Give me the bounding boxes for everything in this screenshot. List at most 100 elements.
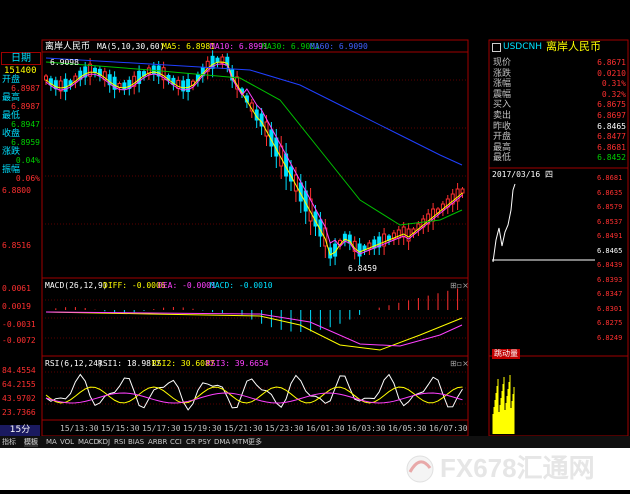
candle-body: [93, 67, 97, 73]
checkbox-icon[interactable]: [492, 43, 501, 52]
quote-value: 6.8671: [597, 58, 626, 67]
macd-y-tick: 0.0019: [2, 302, 31, 311]
quote-value: 0.0210: [597, 68, 626, 78]
ma5-line: [45, 61, 463, 256]
ma60-value: MA60: 6.9090: [310, 42, 368, 51]
quote-label: 涨跌: [493, 68, 512, 79]
mini-y-tick: 6.8681: [597, 174, 623, 182]
ma5-value: MA5: 6.8981: [162, 42, 215, 51]
period-selector[interactable]: 15分: [0, 425, 40, 436]
quote-value: 6.8465: [597, 121, 626, 131]
quote-label: 卖出: [493, 111, 512, 121]
indicator-tab[interactable]: MACD: [78, 438, 99, 447]
x-axis-label: 15/21:30: [224, 424, 263, 433]
quote-value: 0.32%: [601, 89, 626, 99]
quote-value: 6.8477: [597, 132, 626, 142]
indicator-tab[interactable]: 模板: [24, 438, 38, 447]
mini-y-tick: 6.8537: [597, 217, 623, 226]
tick-volume-title: 跳动量: [492, 349, 520, 359]
x-axis-label: 15/23:30: [265, 424, 304, 433]
x-axis-label: 15/13:30: [60, 424, 99, 433]
mini-y-tick: 6.8465: [597, 246, 623, 255]
candle-body: [44, 75, 48, 81]
x-axis-label: 15/17:30: [142, 424, 181, 433]
mini-y-tick: 6.8249: [597, 333, 623, 342]
macd-dea-line: [45, 311, 463, 347]
main-chart-title: 离岸人民币: [45, 42, 91, 52]
rsi1-line: [45, 373, 463, 411]
quote-value: 6.8675: [597, 100, 626, 110]
indicator-tab[interactable]: VOL: [60, 438, 74, 447]
main-y-tick: 6.8800: [2, 186, 31, 195]
quote-value: 0.31%: [601, 79, 626, 89]
indicator-tab[interactable]: MTM: [232, 438, 248, 447]
mini-y-tick: 6.8393: [597, 275, 623, 284]
quote-label: 昨收: [493, 121, 512, 132]
quote-label: 买入: [493, 100, 512, 111]
quote-name: 离岸人民币: [546, 40, 601, 53]
quote-symbol: USDCNH: [503, 42, 543, 52]
indicator-tab[interactable]: PSY: [198, 438, 211, 447]
quote-value: 6.8697: [597, 111, 626, 120]
rsi-y-tick: 23.7366: [2, 408, 36, 417]
macd-value: MACD: -0.0010: [210, 281, 273, 290]
indicator-tab[interactable]: MA: [46, 438, 57, 447]
indicator-tab[interactable]: 指标: [2, 438, 16, 447]
watermark-area: FX678汇通网: [0, 448, 630, 490]
macd-y-tick: -0.0072: [2, 336, 36, 345]
macd-title: MACD(26,12,9): [45, 281, 108, 290]
rsi-y-tick: 64.2155: [2, 380, 36, 389]
x-axis-label: 16/05:30: [388, 424, 427, 433]
x-axis-label: 15/15:30: [101, 424, 140, 433]
quote-label: 震幅: [493, 89, 512, 100]
quote-label: 最高: [493, 142, 512, 153]
watermark-text: FX678汇通网: [440, 453, 595, 483]
rsi3-value: RSI3: 39.6654: [206, 359, 269, 368]
high-marker: 6.9098: [50, 58, 79, 67]
macd-y-tick: 0.0061: [2, 284, 31, 293]
candle-body: [460, 188, 465, 194]
macd-y-tick: -0.0031: [2, 320, 36, 329]
low-marker: 6.8459: [348, 264, 377, 273]
mini-y-tick: 6.8635: [597, 188, 623, 197]
quote-value: 6.8452: [597, 153, 626, 163]
quote-label: 开盘: [493, 132, 512, 143]
indicator-tab[interactable]: DMA: [214, 438, 230, 447]
indicator-tab[interactable]: KDJ: [98, 438, 110, 447]
macd-dea: DEA: -0.0001: [158, 281, 216, 290]
main-y-tick: 6.8516: [2, 241, 31, 250]
x-axis-label: 16/01:30: [306, 424, 345, 433]
indicator-tab[interactable]: RSI: [114, 438, 125, 447]
x-axis-label: 15/19:30: [183, 424, 222, 433]
ma10-value: MA10: 6.8991: [210, 42, 268, 51]
candle-body: [215, 57, 220, 63]
rsi-title: RSI(6,12,24): [45, 359, 103, 368]
mini-price-line: [492, 183, 516, 263]
mini-y-tick: 6.8347: [597, 290, 623, 298]
fx678-logo-icon: [406, 455, 434, 483]
quote-label: 现价: [493, 58, 512, 68]
indicator-tab[interactable]: CCI: [170, 438, 182, 447]
x-axis-label: 16/07:30: [429, 424, 468, 433]
quote-value: 6.8681: [597, 142, 626, 152]
quote-label: 最低: [493, 153, 512, 164]
ma60-line: [45, 57, 463, 166]
x-axis-label: 16/03:30: [347, 424, 386, 433]
mini-chart-date: 2017/03/16 四: [492, 170, 553, 179]
mini-y-tick: 6.8301: [597, 304, 623, 313]
indicator-tab[interactable]: CR: [186, 438, 196, 447]
panel-controls-icon[interactable]: ⊞▫×: [450, 281, 469, 291]
mini-y-tick: 6.8275: [597, 319, 623, 327]
rsi-y-tick: 43.9702: [2, 394, 36, 403]
mini-y-tick: 6.8439: [597, 261, 623, 269]
quote-label: 涨幅: [493, 79, 512, 90]
panel-controls-icon[interactable]: ⊞▫×: [450, 359, 469, 369]
indicator-tab[interactable]: BIAS: [128, 438, 144, 447]
rsi-y-tick: 84.4554: [2, 366, 36, 375]
mini-y-tick: 6.8491: [597, 232, 623, 240]
indicator-tab[interactable]: ARBR: [148, 438, 167, 447]
indicator-tab[interactable]: 更多: [248, 438, 262, 447]
ma30-line: [45, 61, 463, 226]
chart-canvas: [41, 39, 629, 437]
ma-params: MA(5,10,30,60): [97, 42, 165, 51]
